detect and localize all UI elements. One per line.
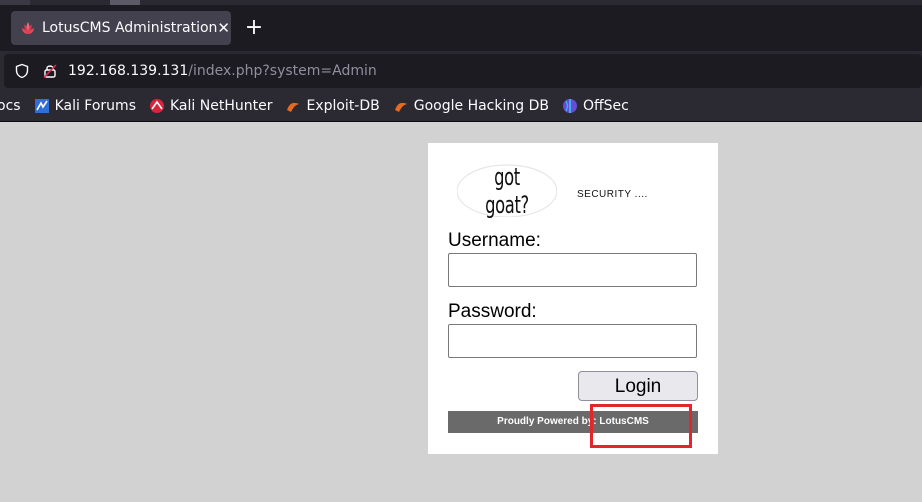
ghdb-icon <box>393 98 409 114</box>
insecure-lock-icon[interactable] <box>41 62 59 80</box>
password-label: Password: <box>448 301 537 322</box>
shield-icon[interactable] <box>13 62 31 80</box>
exploit-db-icon <box>285 98 301 114</box>
tab-strip-top <box>0 0 922 5</box>
username-input[interactable] <box>448 253 697 287</box>
login-panel: got goat? SECURITY .... Username: Passwo… <box>428 143 718 454</box>
bookmark-kali-forums[interactable]: Kali Forums <box>34 98 136 114</box>
kali-nethunter-icon <box>149 98 165 114</box>
bookmark-label: Kali NetHunter <box>170 98 273 114</box>
bookmark-label: Google Hacking DB <box>413 98 549 114</box>
bookmark-label: OffSec <box>582 98 629 114</box>
url-path: /index.php?system=Admin <box>188 63 377 79</box>
logo-text: got goat? <box>485 163 529 219</box>
bookmark-label: Exploit-DB <box>306 98 380 114</box>
bookmark-label: Kali Forums <box>54 98 136 114</box>
browser-nav-bar: 192.168.139.131/index.php?system=Admin <box>0 51 922 91</box>
bookmark-docs[interactable]: ocs <box>0 98 21 114</box>
bookmark-google-hacking-db[interactable]: Google Hacking DB <box>393 98 549 114</box>
new-tab-button[interactable]: + <box>242 15 266 41</box>
url-host: 192.168.139.131 <box>68 63 189 79</box>
lotus-icon <box>20 20 36 36</box>
bookmark-exploit-db[interactable]: Exploit-DB <box>285 98 380 114</box>
browser-tab-bar: LotusCMS Administration ✕ + <box>0 0 922 51</box>
close-tab-icon[interactable]: ✕ <box>217 19 230 37</box>
powered-by-footer: Proudly Powered by: LotusCMS <box>448 411 698 433</box>
offsec-icon <box>562 98 578 114</box>
security-tagline: SECURITY .... <box>577 189 648 200</box>
bookmark-offsec[interactable]: OffSec <box>562 98 629 114</box>
password-input[interactable] <box>448 324 697 358</box>
got-goat-logo: got goat? <box>457 159 557 219</box>
page-content: got goat? SECURITY .... Username: Passwo… <box>0 123 922 502</box>
tab-title: LotusCMS Administration <box>42 20 218 36</box>
bookmark-label: ocs <box>0 98 21 114</box>
bookmark-kali-nethunter[interactable]: Kali NetHunter <box>149 98 272 114</box>
url-text[interactable]: 192.168.139.131/index.php?system=Admin <box>68 63 377 79</box>
login-button[interactable]: Login <box>578 371 698 401</box>
username-label: Username: <box>448 230 541 251</box>
address-bar[interactable]: 192.168.139.131/index.php?system=Admin <box>4 54 922 88</box>
bookmarks-toolbar: ocs Kali Forums Kali NetHunter Exploit-D… <box>0 91 922 122</box>
kali-forums-icon <box>34 98 50 114</box>
browser-tab-active[interactable]: LotusCMS Administration ✕ <box>11 11 231 45</box>
